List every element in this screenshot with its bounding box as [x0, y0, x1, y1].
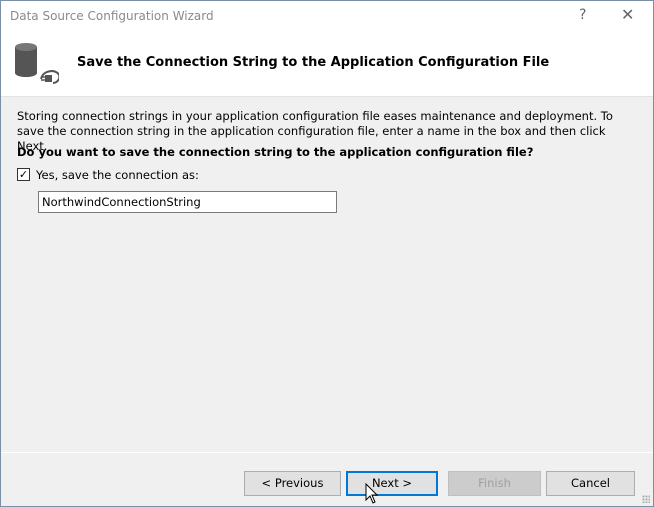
window-title: Data Source Configuration Wizard	[10, 9, 214, 23]
divider	[1, 452, 653, 453]
save-connection-label[interactable]: Yes, save the connection as:	[36, 168, 199, 182]
page-title: Save the Connection String to the Applic…	[77, 55, 550, 70]
mouse-cursor-icon	[365, 483, 379, 504]
finish-button[interactable]: Finish	[448, 471, 541, 496]
wizard-header: Save the Connection String to the Applic…	[1, 33, 653, 97]
question-text: Do you want to save the connection strin…	[17, 145, 534, 159]
resize-grip[interactable]	[642, 495, 650, 503]
save-connection-checkbox[interactable]: ✓	[17, 168, 30, 181]
cancel-button[interactable]: Cancel	[546, 471, 635, 496]
close-button[interactable]: ✕	[621, 5, 634, 24]
next-button[interactable]: Next >	[346, 471, 438, 496]
wizard-dialog: Data Source Configuration Wizard ? ✕ Sav…	[0, 0, 654, 507]
title-bar: Data Source Configuration Wizard ? ✕	[1, 1, 653, 33]
connection-name-input[interactable]	[38, 191, 337, 213]
help-button[interactable]: ?	[579, 7, 586, 23]
database-connection-icon	[15, 43, 59, 84]
previous-button[interactable]: < Previous	[244, 471, 341, 496]
